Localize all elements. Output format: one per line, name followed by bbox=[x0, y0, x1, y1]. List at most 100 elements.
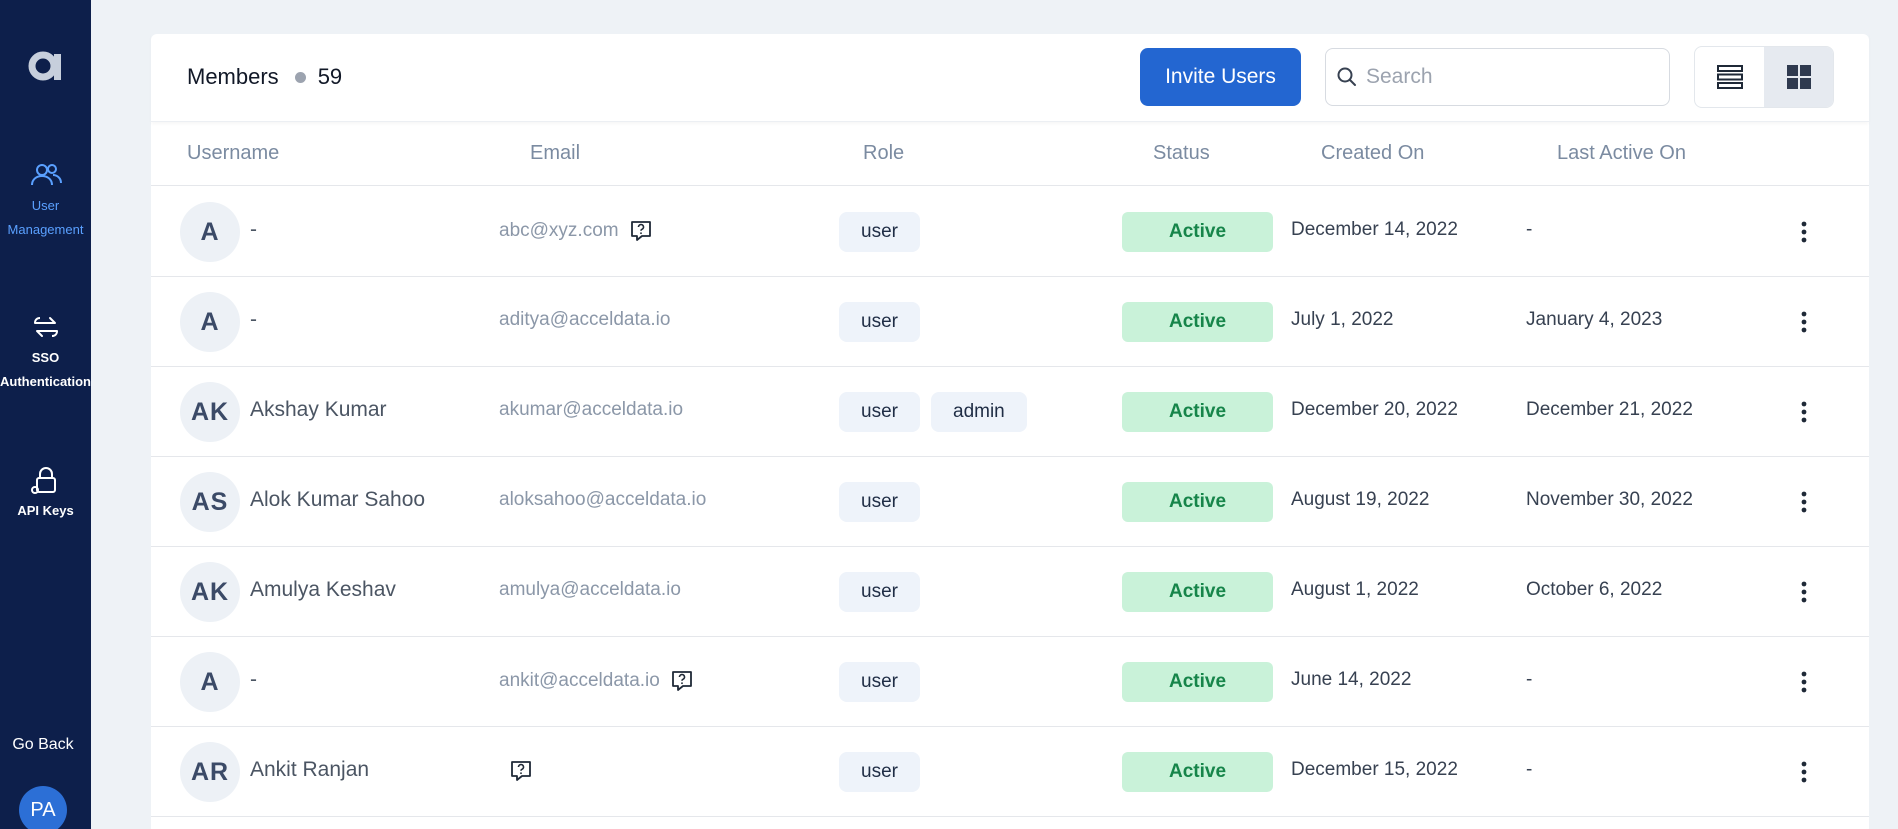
username-cell: - bbox=[250, 668, 257, 691]
role-tag: user bbox=[839, 212, 920, 252]
last-active-cell: December 21, 2022 bbox=[1526, 399, 1693, 420]
username-cell: Ankit Ranjan bbox=[250, 758, 370, 781]
row-actions-button[interactable] bbox=[1794, 664, 1814, 700]
search-box[interactable] bbox=[1325, 48, 1670, 106]
column-header-username[interactable]: Username bbox=[187, 142, 279, 165]
table-row[interactable]: A - abc@xyz.com user Active December 14, 2022… bbox=[151, 187, 1869, 277]
search-icon bbox=[1337, 67, 1356, 86]
role-tag: user bbox=[839, 392, 920, 432]
role-tag: user bbox=[839, 752, 920, 792]
more-vertical-icon bbox=[1801, 401, 1807, 423]
status-badge: Active bbox=[1122, 572, 1273, 612]
email-info-icon-wrap[interactable] bbox=[670, 669, 694, 693]
search-input[interactable] bbox=[1366, 65, 1646, 89]
status-badge: Active bbox=[1122, 302, 1273, 342]
row-actions-button[interactable] bbox=[1794, 754, 1814, 790]
table-row[interactable]: AR Ankit Ranjan user Active December 15, 202… bbox=[151, 727, 1869, 817]
last-active-cell: January 4, 2023 bbox=[1526, 309, 1663, 330]
email-info-icon-wrap[interactable] bbox=[629, 219, 653, 243]
message-question-icon bbox=[511, 761, 531, 781]
members-toolbar: Members 59 Invite Users bbox=[151, 34, 1869, 122]
sidebar-item-user-management[interactable]: User Management bbox=[0, 158, 91, 242]
avatar: AR bbox=[180, 742, 240, 802]
row-actions-button[interactable] bbox=[1794, 394, 1814, 430]
last-active-cell: October 6, 2022 bbox=[1526, 579, 1663, 600]
last-active-cell: - bbox=[1526, 669, 1533, 690]
separator-dot bbox=[294, 71, 306, 83]
email-cell: amulya@acceldata.io bbox=[499, 579, 681, 601]
created-on-cell: July 1, 2022 bbox=[1291, 309, 1394, 330]
users-icon bbox=[30, 164, 62, 186]
column-header-created-on[interactable]: Created On bbox=[1321, 142, 1424, 165]
role-tag: user bbox=[839, 482, 920, 522]
sidebar: User Management SSO Authentication API K… bbox=[0, 0, 91, 829]
more-vertical-icon bbox=[1801, 491, 1807, 513]
column-header-last-active-on[interactable]: Last Active On bbox=[1557, 142, 1686, 165]
email-text: aloksahoo@acceldata.io bbox=[499, 489, 707, 510]
table-row[interactable]: AK Amulya Keshav amulya@acceldata.io user Ac… bbox=[151, 547, 1869, 637]
sidebar-item-label: SSO bbox=[31, 350, 60, 365]
username-cell: Alok Kumar Sahoo bbox=[250, 488, 426, 511]
last-active-cell: November 30, 2022 bbox=[1526, 489, 1693, 510]
column-header-status[interactable]: Status bbox=[1153, 142, 1210, 165]
grid-view-icon bbox=[1786, 65, 1811, 89]
list-view-icon bbox=[1716, 65, 1743, 89]
role-tag: user bbox=[839, 302, 920, 342]
more-vertical-icon bbox=[1801, 671, 1807, 693]
table-row[interactable]: AK Akshay Kumar akumar@acceldata.io user adm… bbox=[151, 367, 1869, 457]
email-text: akumar@acceldata.io bbox=[499, 399, 684, 420]
avatar: AK bbox=[180, 382, 240, 442]
email-cell: aditya@acceldata.io bbox=[499, 309, 670, 331]
more-vertical-icon bbox=[1801, 311, 1807, 333]
table-row[interactable]: AS Alok Kumar Sahoo aloksahoo@acceldata.io… bbox=[151, 457, 1869, 547]
role-tag: admin bbox=[931, 392, 1027, 432]
sidebar-item-sso[interactable]: SSO Authentication bbox=[0, 310, 91, 394]
sidebar-item-label: API Keys bbox=[17, 503, 74, 518]
members-card: Members 59 Invite Users Search Username … bbox=[151, 34, 1869, 829]
go-back-link[interactable]: Go Back bbox=[0, 736, 86, 754]
column-header-role[interactable]: Role bbox=[863, 142, 904, 165]
members-count: 59 bbox=[317, 64, 343, 89]
role-tag: user bbox=[839, 662, 920, 702]
role-tag: user bbox=[839, 572, 920, 612]
key-lock-icon bbox=[30, 467, 56, 494]
avatar: A bbox=[180, 292, 240, 352]
email-text: ankit@acceldata.io bbox=[499, 670, 660, 691]
current-user-avatar[interactable]: PA bbox=[19, 786, 67, 829]
email-text: amulya@acceldata.io bbox=[499, 579, 681, 600]
grid-view-button[interactable] bbox=[1764, 47, 1833, 107]
email-cell: aloksahoo@acceldata.io bbox=[499, 489, 706, 511]
row-actions-button[interactable] bbox=[1794, 574, 1814, 610]
invite-users-button[interactable]: Invite Users bbox=[1140, 48, 1301, 106]
column-header-email[interactable]: Email bbox=[530, 142, 580, 165]
brand-logo-icon bbox=[28, 51, 61, 81]
more-vertical-icon bbox=[1801, 221, 1807, 243]
created-on-cell: August 1, 2022 bbox=[1291, 579, 1419, 600]
list-view-button[interactable] bbox=[1695, 47, 1764, 107]
sidebar-item-label: Authentication bbox=[0, 374, 91, 389]
status-badge: Active bbox=[1122, 662, 1273, 702]
members-heading: Members 59 bbox=[187, 64, 342, 90]
sidebar-item-label: User bbox=[31, 198, 60, 213]
more-vertical-icon bbox=[1801, 761, 1807, 783]
avatar: A bbox=[180, 652, 240, 712]
row-actions-button[interactable] bbox=[1794, 214, 1814, 250]
message-question-icon bbox=[671, 671, 692, 691]
page-title: Members bbox=[187, 64, 279, 89]
username-cell: Akshay Kumar bbox=[250, 398, 387, 421]
email-cell: ankit@acceldata.io bbox=[499, 669, 694, 693]
status-badge: Active bbox=[1122, 752, 1273, 792]
avatar: AK bbox=[180, 562, 240, 622]
brand-logo[interactable] bbox=[22, 42, 68, 88]
row-actions-button[interactable] bbox=[1794, 484, 1814, 520]
row-actions-button[interactable] bbox=[1794, 304, 1814, 340]
created-on-cell: December 20, 2022 bbox=[1291, 399, 1458, 420]
email-info-icon-wrap[interactable] bbox=[509, 759, 533, 783]
message-question-icon bbox=[630, 221, 651, 241]
view-toggle bbox=[1694, 46, 1834, 108]
table-row[interactable]: A - ankit@acceldata.io user Active June 14, 2… bbox=[151, 637, 1869, 727]
email-text: abc@xyz.com bbox=[499, 220, 619, 241]
status-badge: Active bbox=[1122, 392, 1273, 432]
sidebar-item-api-keys[interactable]: API Keys bbox=[0, 463, 91, 523]
table-row[interactable]: A - aditya@acceldata.io user Active July 1, 2… bbox=[151, 277, 1869, 367]
